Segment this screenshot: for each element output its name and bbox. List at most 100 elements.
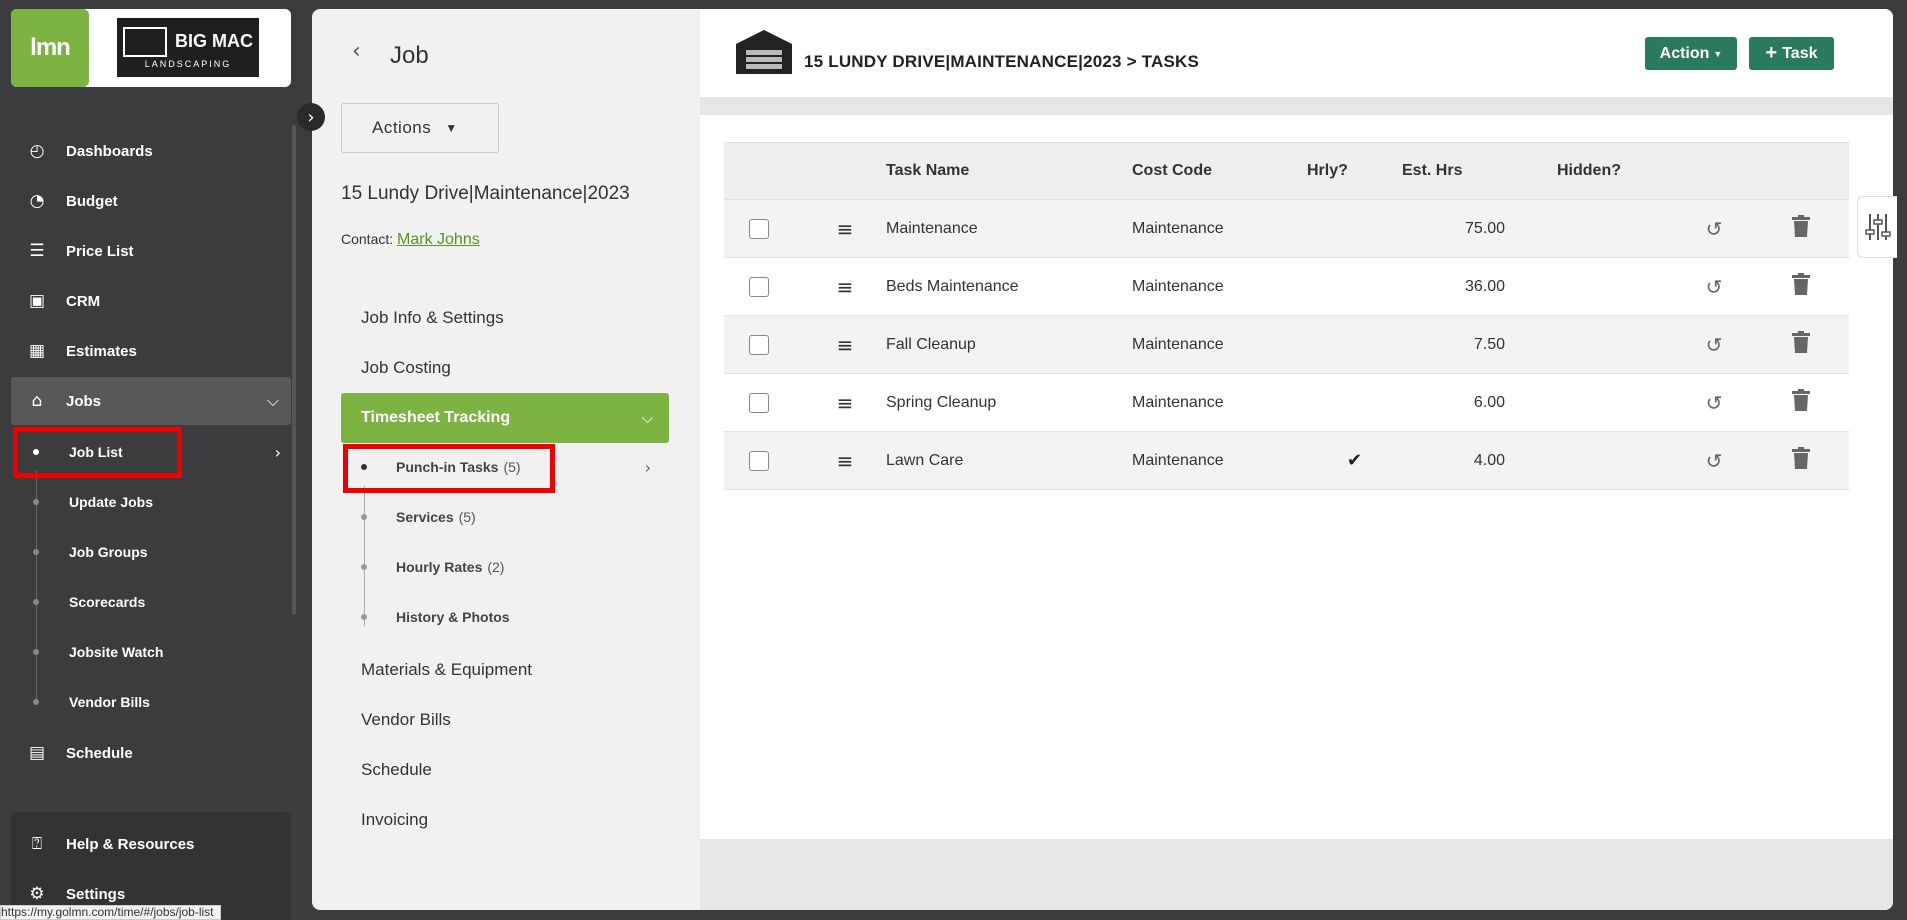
menu-schedule[interactable]: Schedule (361, 760, 432, 780)
caret-down-icon: ▼ (445, 121, 458, 135)
nav-item-label: CRM (66, 292, 101, 310)
nav-scrollbar[interactable] (292, 125, 296, 615)
cost-code: Maintenance (1132, 199, 1307, 258)
menu-timesheet-tracking[interactable]: Timesheet Tracking ⌵ (341, 393, 669, 443)
ts-sub-count: (5) (503, 459, 521, 475)
menu-punch-in-tasks[interactable]: Punch-in Tasks (5) › (341, 445, 669, 489)
column-settings-button[interactable] (1857, 196, 1897, 258)
menu-invoicing[interactable]: Invoicing (361, 810, 428, 830)
menu-history-photos[interactable]: History & Photos (341, 595, 669, 639)
nav-item-schedule[interactable]: ▤ Schedule (11, 729, 291, 777)
lmn-logo-text: lmn (30, 34, 71, 61)
row-checkbox[interactable] (749, 450, 769, 471)
table-row[interactable]: ≡ Beds Maintenance Maintenance 36.00 ↺ (724, 257, 1849, 316)
pie-chart-icon: ◔ (29, 191, 45, 211)
history-icon[interactable]: ↺ (1706, 333, 1723, 357)
drag-handle-icon[interactable]: ≡ (837, 333, 854, 357)
nav-item-estimates[interactable]: ▦ Estimates (11, 327, 291, 375)
header-hourly[interactable]: Hrly? (1307, 142, 1402, 200)
collapse-nav-button[interactable]: › (297, 103, 325, 131)
row-checkbox[interactable] (749, 218, 769, 239)
nav-sub-jobsite-watch[interactable]: Jobsite Watch (11, 628, 291, 676)
trash-icon[interactable] (1792, 389, 1810, 411)
nav-item-label: Settings (66, 885, 126, 903)
drag-handle-icon[interactable]: ≡ (837, 449, 854, 473)
menu-job-info[interactable]: Job Info & Settings (361, 308, 504, 328)
job-heading: Job (390, 42, 429, 69)
nav-sub-job-list[interactable]: Job List › (11, 428, 291, 476)
history-icon[interactable]: ↺ (1706, 391, 1723, 415)
nav-sub-update-jobs[interactable]: Update Jobs (11, 478, 291, 526)
nav-sub-job-groups[interactable]: Job Groups (11, 528, 291, 576)
est-hrs: 4.00 (1402, 431, 1505, 490)
table-header-row: Task Name Cost Code Hrly? Est. Hrs Hidde… (724, 142, 1849, 200)
row-checkbox[interactable] (749, 334, 769, 355)
action-dropdown-button[interactable]: Action ▼ (1645, 37, 1737, 70)
row-checkbox[interactable] (749, 392, 769, 413)
lmn-logo[interactable]: lmn (11, 9, 89, 87)
est-hrs: 75.00 (1402, 199, 1505, 258)
table-row[interactable]: ≡ Maintenance Maintenance 75.00 ↺ (724, 199, 1849, 258)
drag-handle-icon[interactable]: ≡ (837, 275, 854, 299)
task-label: Task (1782, 44, 1818, 62)
tasks-table: Task Name Cost Code Hrly? Est. Hrs Hidde… (724, 142, 1849, 490)
header-hidden[interactable]: Hidden? (1505, 142, 1675, 200)
history-icon[interactable]: ↺ (1706, 217, 1723, 241)
cost-code: Maintenance (1132, 431, 1307, 490)
drag-handle-icon[interactable]: ≡ (837, 217, 854, 241)
caret-down-icon: ▼ (1713, 48, 1723, 59)
back-button[interactable]: ‹ (352, 39, 361, 64)
nav-item-help[interactable]: ⍰ Help & Resources (11, 820, 291, 868)
nav-item-jobs[interactable]: ⌂ Jobs ⌵ (11, 377, 291, 425)
bullet-icon (361, 614, 367, 620)
menu-job-costing[interactable]: Job Costing (361, 358, 451, 378)
nav-sub-label: Scorecards (69, 594, 146, 610)
table-row[interactable]: ≡ Lawn Care Maintenance ✔ 4.00 ↺ (724, 431, 1849, 490)
nav-item-crm[interactable]: ▣ CRM (11, 277, 291, 325)
hidden-cell (1505, 199, 1675, 258)
trash-icon[interactable] (1792, 273, 1810, 295)
nav-item-price-list[interactable]: ☰ Price List (11, 227, 291, 275)
trash-icon[interactable] (1792, 331, 1810, 353)
main-content: 15 LUNDY DRIVE|MAINTENANCE|2023 > TASKS … (700, 9, 1893, 910)
drag-handle-icon[interactable]: ≡ (837, 391, 854, 415)
cost-code: Maintenance (1132, 373, 1307, 432)
nav-item-budget[interactable]: ◔ Budget (11, 177, 291, 225)
history-icon[interactable]: ↺ (1706, 449, 1723, 473)
nav-item-dashboards[interactable]: ◴ Dashboards (11, 127, 291, 175)
contact-link[interactable]: Mark Johns (397, 231, 480, 248)
trash-icon[interactable] (1792, 447, 1810, 469)
nav-sub-scorecards[interactable]: Scorecards (11, 578, 291, 626)
list-icon: ☰ (29, 241, 45, 261)
chevron-right-icon: › (644, 457, 651, 477)
cost-code: Maintenance (1132, 257, 1307, 316)
header-delete (1753, 142, 1849, 200)
table-row[interactable]: ≡ Fall Cleanup Maintenance 7.50 ↺ (724, 315, 1849, 374)
contact-row: Contact: Mark Johns (341, 231, 480, 249)
company-logo-mark (123, 26, 167, 57)
header-est-hrs[interactable]: Est. Hrs (1402, 142, 1505, 200)
ts-sub-label: Hourly Rates (396, 559, 483, 575)
main-header: 15 LUNDY DRIVE|MAINTENANCE|2023 > TASKS … (700, 9, 1893, 97)
gauge-icon: ◴ (29, 141, 45, 161)
bullet-icon (33, 649, 39, 655)
menu-services[interactable]: Services (5) (341, 495, 669, 539)
sliders-icon (1864, 214, 1891, 240)
hidden-cell (1505, 257, 1675, 316)
ts-sub-label: Services (396, 509, 454, 525)
header-task-name[interactable]: Task Name (886, 142, 1132, 200)
nav-sub-label: Jobsite Watch (69, 644, 164, 660)
menu-hourly-rates[interactable]: Hourly Rates (2) (341, 545, 669, 589)
actions-dropdown[interactable]: Actions ▼ (341, 103, 499, 153)
trash-icon[interactable] (1792, 215, 1810, 237)
history-icon[interactable]: ↺ (1706, 275, 1723, 299)
header-cost-code[interactable]: Cost Code (1132, 142, 1307, 200)
menu-vendor-bills[interactable]: Vendor Bills (361, 710, 451, 730)
add-task-button[interactable]: + Task (1749, 37, 1834, 70)
help-icon: ⍰ (31, 834, 43, 854)
task-name: Lawn Care (886, 431, 1132, 490)
table-row[interactable]: ≡ Spring Cleanup Maintenance 6.00 ↺ (724, 373, 1849, 432)
nav-sub-vendor-bills[interactable]: Vendor Bills (11, 678, 291, 726)
menu-materials-equipment[interactable]: Materials & Equipment (361, 660, 532, 680)
row-checkbox[interactable] (749, 276, 769, 297)
